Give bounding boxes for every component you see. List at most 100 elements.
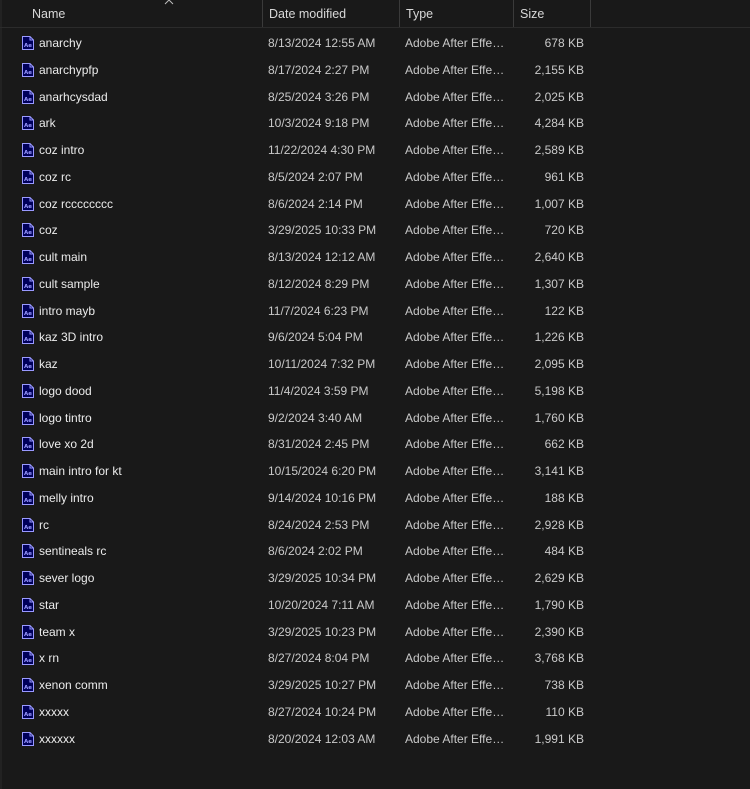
svg-text:Ae: Ae [24, 712, 32, 718]
file-type: Adobe After Effects Project [405, 169, 509, 184]
file-row[interactable]: Ae melly intro 9/14/2024 10:16 PM Adobe Aft… [0, 485, 750, 512]
file-row[interactable]: Ae star 10/20/2024 7:11 AM Adobe After Effe… [0, 592, 750, 619]
file-row[interactable]: Ae cult sample 8/12/2024 8:29 PM Adobe Afte… [0, 271, 750, 298]
after-effects-file-icon: Ae [22, 731, 34, 746]
file-name: xxxxx [39, 704, 69, 719]
file-row[interactable]: Ae logo dood 11/4/2024 3:59 PM Adobe After … [0, 378, 750, 405]
after-effects-file-icon: Ae [22, 597, 34, 612]
file-date-modified: 11/4/2024 3:59 PM [268, 383, 369, 398]
column-header-name[interactable]: Name [26, 0, 263, 27]
file-row[interactable]: Ae logo tintro 9/2/2024 3:40 AM Adobe After… [0, 405, 750, 432]
file-date-modified: 8/24/2024 2:53 PM [268, 517, 370, 532]
file-row[interactable]: Ae x rn 8/27/2024 8:04 PM Adobe After Effec… [0, 645, 750, 672]
svg-text:Ae: Ae [24, 123, 32, 129]
svg-text:Ae: Ae [24, 658, 32, 664]
file-row[interactable]: Ae xxxxxx 8/20/2024 12:03 AM Adobe After Ef… [0, 726, 750, 753]
file-name: coz rc [39, 169, 72, 184]
file-row[interactable]: Ae xxxxx 8/27/2024 10:24 PM Adobe After Eff… [0, 699, 750, 726]
file-row[interactable]: Ae team x 3/29/2025 10:23 PM Adobe After Ef… [0, 619, 750, 646]
file-size: 2,095 KB [534, 357, 584, 371]
after-effects-file-icon: Ae [22, 624, 34, 639]
file-size: 122 KB [544, 303, 584, 318]
file-date-modified: 9/6/2024 5:04 PM [268, 330, 363, 345]
file-row[interactable]: Ae anarchypfp 8/17/2024 2:27 PM Adobe After… [0, 57, 750, 84]
file-row[interactable]: Ae kaz 3D intro 9/6/2024 5:04 PM Adobe Afte… [0, 324, 750, 351]
file-date-modified: 8/6/2024 2:02 PM [268, 544, 363, 559]
file-date-modified: 10/3/2024 9:18 PM [268, 116, 370, 131]
after-effects-file-icon: Ae [22, 490, 34, 505]
file-type: Adobe After Effects Project [405, 517, 509, 532]
after-effects-file-icon: Ae [22, 196, 34, 211]
svg-text:Ae: Ae [24, 685, 32, 691]
file-name: anarhcysdad [39, 89, 108, 104]
file-row[interactable]: Ae xenon comm 3/29/2025 10:27 PM Adobe Afte… [0, 672, 750, 699]
file-type: Adobe After Effects Project [405, 250, 509, 264]
file-row[interactable]: Ae anarhcysdad 8/25/2024 3:26 PM Adobe Afte… [0, 84, 750, 111]
file-name: love xo 2d [39, 437, 94, 452]
file-row[interactable]: Ae ark 10/3/2024 9:18 PM Adobe After Effect… [0, 110, 750, 137]
file-name: logo tintro [39, 410, 92, 425]
file-row[interactable]: Ae main intro for kt 10/15/2024 6:20 PM Ado… [0, 458, 750, 485]
file-row[interactable]: Ae anarchy 8/13/2024 12:55 AM Adobe After E… [0, 30, 750, 57]
column-header-type[interactable]: Type [400, 0, 514, 27]
svg-text:Ae: Ae [24, 525, 32, 531]
file-type: Adobe After Effects Project [405, 464, 509, 478]
svg-text:Ae: Ae [24, 391, 32, 397]
file-row[interactable]: Ae love xo 2d 8/31/2024 2:45 PM Adobe After… [0, 431, 750, 458]
file-name: coz intro [39, 143, 85, 157]
svg-text:Ae: Ae [24, 364, 32, 370]
column-header-bar: Name Date modified Type Size [0, 0, 750, 28]
file-type: Adobe After Effects Project [405, 223, 509, 238]
file-name: coz rcccccccc [39, 196, 114, 211]
file-size: 5,198 KB [534, 383, 584, 398]
file-type: Adobe After Effects Project [405, 62, 509, 77]
after-effects-file-icon: Ae [22, 143, 34, 157]
file-name: sever logo [39, 571, 95, 585]
file-row[interactable]: Ae sentineals rc 8/6/2024 2:02 PM Adobe Aft… [0, 538, 750, 565]
file-date-modified: 10/11/2024 7:32 PM [268, 357, 376, 371]
after-effects-file-icon: Ae [22, 410, 34, 425]
svg-text:Ae: Ae [24, 578, 32, 584]
column-header-name-label: Name [32, 7, 66, 21]
file-name: intro mayb [39, 303, 96, 318]
file-size: 110 KB [545, 704, 584, 719]
svg-text:Ae: Ae [24, 418, 32, 424]
file-row[interactable]: Ae coz 3/29/2025 10:33 PM Adobe After Effec… [0, 217, 750, 244]
column-header-size[interactable]: Size [514, 0, 591, 27]
file-size: 1,790 KB [534, 597, 584, 612]
file-row[interactable]: Ae sever logo 3/29/2025 10:34 PM Adobe Afte… [0, 565, 750, 592]
file-type: Adobe After Effects Project [405, 196, 509, 211]
file-name: main intro for kt [39, 464, 122, 478]
file-row[interactable]: Ae rc 8/24/2024 2:53 PM Adobe After Effects… [0, 512, 750, 539]
file-type: Adobe After Effects Project [405, 89, 509, 104]
file-row[interactable]: Ae coz rcccccccc 8/6/2024 2:14 PM Adobe Aft… [0, 191, 750, 218]
after-effects-file-icon: Ae [22, 678, 34, 692]
file-name: x rn [39, 651, 60, 666]
file-type: Adobe After Effects Project [405, 490, 509, 505]
after-effects-file-icon: Ae [22, 437, 34, 452]
file-row[interactable]: Ae kaz 10/11/2024 7:32 PM Adobe After Effec… [0, 351, 750, 378]
after-effects-file-icon: Ae [22, 223, 34, 238]
file-date-modified: 9/2/2024 3:40 AM [268, 410, 363, 425]
chevron-up-icon [164, 0, 174, 5]
file-name: anarchypfp [39, 62, 99, 77]
after-effects-file-icon: Ae [22, 276, 34, 291]
file-type: Adobe After Effects Project [405, 704, 509, 719]
file-size: 2,390 KB [534, 624, 584, 639]
svg-text:Ae: Ae [24, 498, 32, 504]
file-row[interactable]: Ae intro mayb 11/7/2024 6:23 PM Adobe After… [0, 298, 750, 325]
file-size: 3,141 KB [534, 464, 584, 478]
file-row[interactable]: Ae coz rc 8/5/2024 2:07 PM Adobe After Effe… [0, 164, 750, 191]
file-type: Adobe After Effects Project [405, 624, 509, 639]
file-size: 3,768 KB [534, 651, 584, 666]
column-header-date-modified[interactable]: Date modified [263, 0, 400, 27]
svg-text:Ae: Ae [24, 230, 32, 236]
file-date-modified: 8/6/2024 2:14 PM [268, 196, 363, 211]
file-type: Adobe After Effects Project [405, 383, 509, 398]
file-row[interactable]: Ae coz intro 11/22/2024 4:30 PM Adobe After… [0, 137, 750, 164]
file-size: 738 KB [544, 678, 584, 692]
file-row[interactable]: Ae cult main 8/13/2024 12:12 AM Adobe After… [0, 244, 750, 271]
file-date-modified: 8/25/2024 3:26 PM [268, 89, 370, 104]
file-date-modified: 10/20/2024 7:11 AM [268, 597, 375, 612]
file-date-modified: 8/31/2024 2:45 PM [268, 437, 370, 452]
